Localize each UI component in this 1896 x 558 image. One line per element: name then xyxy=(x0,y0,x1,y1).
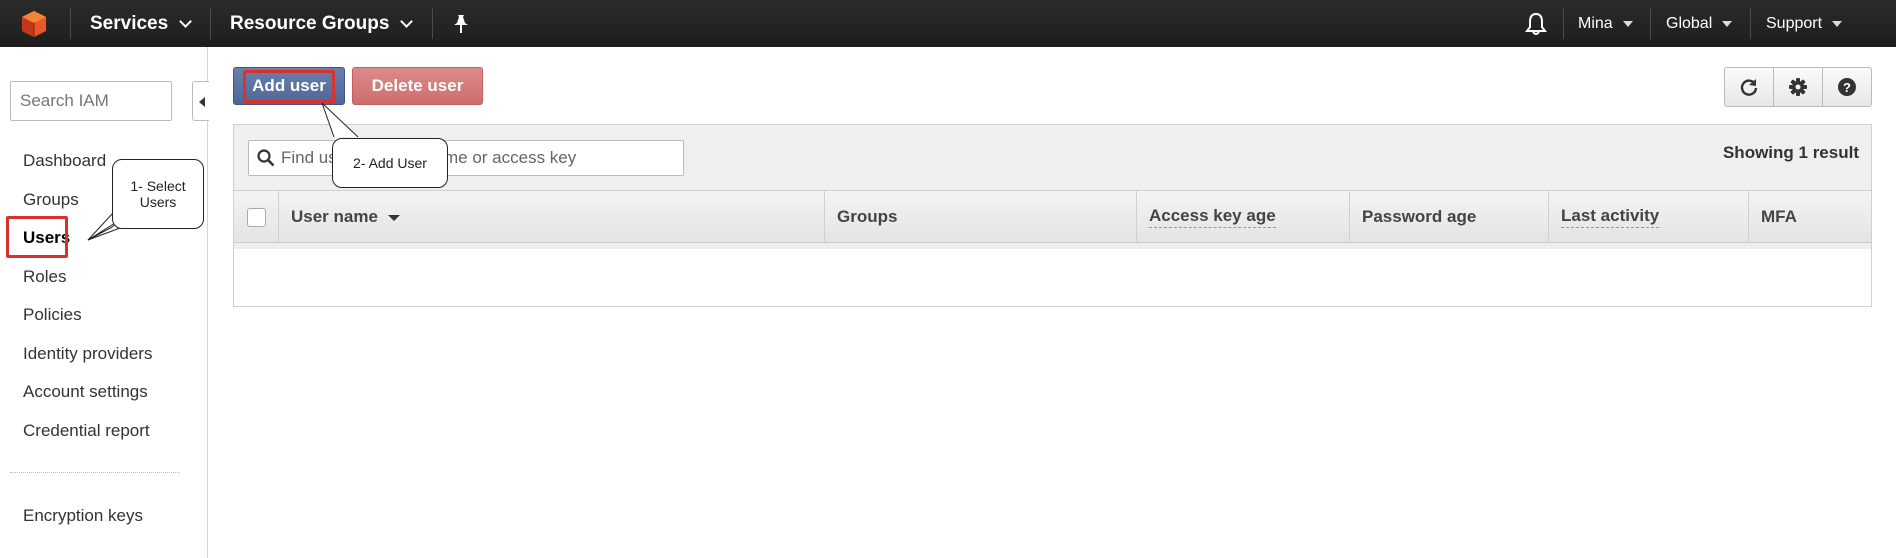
sort-down-icon xyxy=(387,215,400,221)
services-label: Services xyxy=(90,12,169,34)
chevron-left-icon xyxy=(199,97,205,107)
select-all-checkbox[interactable] xyxy=(247,208,266,227)
settings-button[interactable] xyxy=(1774,68,1823,106)
sidebar-item-policies[interactable]: Policies xyxy=(23,305,82,325)
column-groups[interactable]: Groups xyxy=(824,191,1136,243)
resource-groups-menu[interactable]: Resource Groups xyxy=(230,0,414,47)
pin-icon[interactable] xyxy=(452,0,470,47)
users-panel: Find us me or access key Showing 1 resul… xyxy=(233,124,1872,307)
help-button[interactable]: ? xyxy=(1823,68,1871,106)
column-last-activity-label: Last activity xyxy=(1561,206,1660,228)
sidebar-item-identity-providers[interactable]: Identity providers xyxy=(23,344,152,364)
sidebar-item-users[interactable]: Users xyxy=(23,228,70,248)
find-users-input[interactable]: Find us me or access key xyxy=(248,140,684,176)
support-label: Support xyxy=(1766,14,1823,32)
refresh-button[interactable] xyxy=(1725,68,1774,106)
sidebar-item-account-settings[interactable]: Account settings xyxy=(23,382,148,402)
resource-groups-label: Resource Groups xyxy=(230,12,390,34)
nav-divider xyxy=(70,8,71,39)
svg-text:?: ? xyxy=(1843,80,1851,95)
column-mfa-label: MFA xyxy=(1761,207,1797,226)
services-menu[interactable]: Services xyxy=(90,0,193,47)
nav-divider xyxy=(1650,8,1651,39)
caret-down-icon xyxy=(1622,20,1633,27)
nav-divider xyxy=(210,8,211,39)
support-menu[interactable]: Support xyxy=(1766,0,1843,47)
column-user-name-label: User name xyxy=(291,207,378,226)
aws-logo-icon[interactable] xyxy=(20,0,48,47)
add-user-button[interactable]: Add user xyxy=(233,67,345,105)
nav-divider xyxy=(432,8,433,39)
chevron-down-icon xyxy=(179,14,193,28)
users-table-header: User name Groups Access key age Password… xyxy=(234,191,1871,243)
caret-down-icon xyxy=(1832,20,1843,27)
help-icon: ? xyxy=(1838,78,1856,96)
toolbar-icon-group: ? xyxy=(1724,67,1872,107)
column-access-key-age[interactable]: Access key age xyxy=(1136,191,1349,243)
top-nav-bar: Services Resource Groups Mina Global Sup… xyxy=(0,0,1896,47)
find-users-placeholder-start: Find us xyxy=(281,148,337,167)
nav-divider xyxy=(1563,8,1564,39)
column-password-age-label: Password age xyxy=(1362,207,1477,226)
filter-bar: Find us me or access key Showing 1 resul… xyxy=(234,125,1871,191)
column-last-activity[interactable]: Last activity xyxy=(1548,191,1748,243)
collapse-sidebar-button[interactable] xyxy=(192,81,209,121)
caret-down-icon xyxy=(1722,20,1733,27)
callout-select-users: 1- Select Users xyxy=(112,159,204,229)
column-user-name[interactable]: User name xyxy=(278,191,824,243)
gear-icon xyxy=(1789,78,1807,96)
nav-divider xyxy=(1750,8,1751,39)
sidebar-item-credential-report[interactable]: Credential report xyxy=(23,421,150,441)
refresh-icon xyxy=(1740,79,1758,96)
region-label: Global xyxy=(1666,14,1713,32)
region-menu[interactable]: Global xyxy=(1666,0,1733,47)
column-mfa[interactable]: MFA xyxy=(1748,191,1871,243)
sidebar-item-encryption-keys[interactable]: Encryption keys xyxy=(23,506,143,526)
bell-icon[interactable] xyxy=(1525,0,1547,47)
users-table-body xyxy=(234,243,1871,306)
search-icon xyxy=(257,149,275,167)
column-password-age[interactable]: Password age xyxy=(1349,191,1548,243)
sidebar-item-dashboard[interactable]: Dashboard xyxy=(23,151,106,171)
find-users-placeholder-end: me or access key xyxy=(444,148,577,167)
result-count: Showing 1 result xyxy=(1722,143,1859,162)
column-groups-label: Groups xyxy=(837,207,898,226)
delete-user-button[interactable]: Delete user xyxy=(352,67,483,105)
account-menu[interactable]: Mina xyxy=(1578,0,1633,47)
search-iam-input[interactable] xyxy=(10,81,172,121)
sidebar-divider xyxy=(10,472,180,473)
sidebar: Dashboard Groups Users Roles Policies Id… xyxy=(0,47,209,558)
callout-add-user: 2- Add User xyxy=(332,138,448,188)
account-name: Mina xyxy=(1578,14,1613,32)
sidebar-item-groups[interactable]: Groups xyxy=(23,190,79,210)
column-access-key-age-label: Access key age xyxy=(1149,206,1276,228)
sidebar-item-roles[interactable]: Roles xyxy=(23,267,66,287)
chevron-down-icon xyxy=(400,14,414,28)
